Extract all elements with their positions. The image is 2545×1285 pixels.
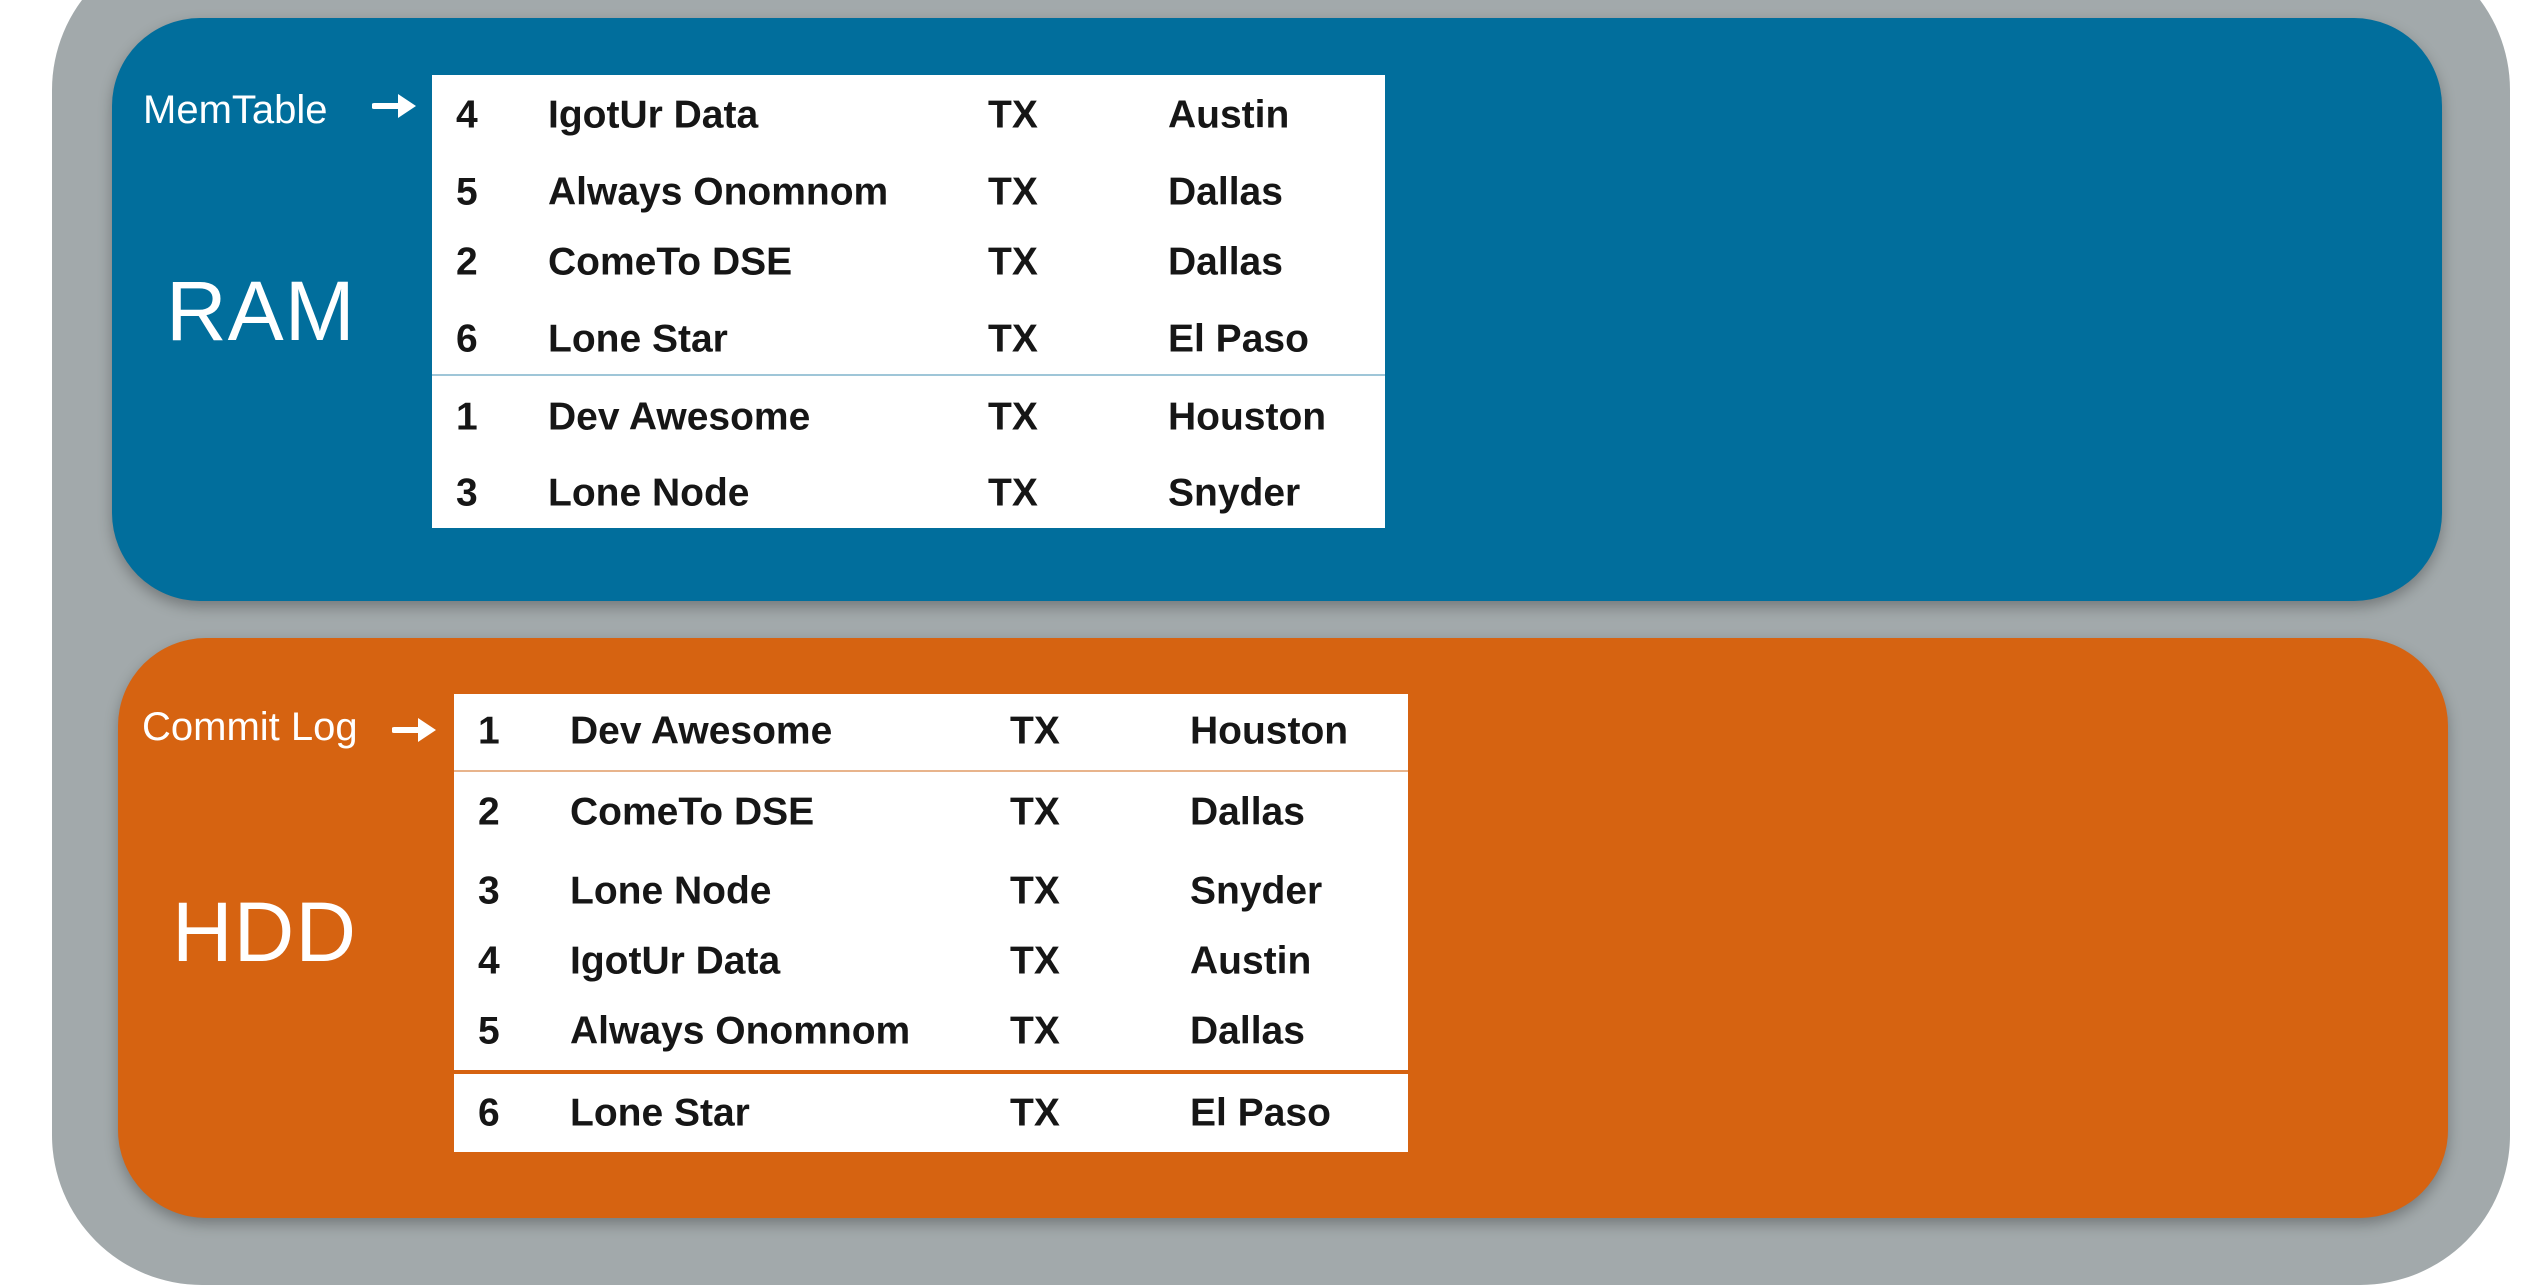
row-state: TX xyxy=(988,395,1038,439)
table-row: 1 Dev Awesome TX Houston xyxy=(454,698,1408,764)
row-name: Lone Star xyxy=(548,317,728,361)
memtable-table: 4 IgotUr Data TX Austin 5 Always Onomnom… xyxy=(432,75,1385,528)
row-state: TX xyxy=(1010,939,1060,983)
table-row: 2 ComeTo DSE TX Dallas xyxy=(454,779,1408,845)
table-row: 6 Lone Star TX El Paso xyxy=(454,1080,1408,1146)
row-id: 5 xyxy=(478,1009,500,1053)
row-city: Houston xyxy=(1190,709,1349,753)
row-state: TX xyxy=(988,170,1038,214)
row-name: ComeTo DSE xyxy=(570,790,815,834)
row-id: 4 xyxy=(478,939,500,983)
row-city: Snyder xyxy=(1168,471,1301,515)
row-name: Lone Node xyxy=(548,471,750,515)
row-divider xyxy=(454,1070,1408,1074)
row-state: TX xyxy=(1010,709,1060,753)
row-name: Dev Awesome xyxy=(548,395,811,439)
row-state: TX xyxy=(988,317,1038,361)
row-divider xyxy=(432,374,1385,376)
table-row: 3 Lone Node TX Snyder xyxy=(432,460,1385,526)
row-id: 3 xyxy=(456,471,478,515)
row-state: TX xyxy=(988,240,1038,284)
row-city: Dallas xyxy=(1190,1009,1305,1053)
row-city: El Paso xyxy=(1190,1091,1331,1135)
row-name: IgotUr Data xyxy=(570,939,781,983)
row-name: Lone Star xyxy=(570,1091,750,1135)
commit-log-table: 1 Dev Awesome TX Houston 2 ComeTo DSE TX… xyxy=(454,694,1408,1152)
row-city: Dallas xyxy=(1168,170,1283,214)
row-state: TX xyxy=(1010,1009,1060,1053)
row-id: 2 xyxy=(456,240,478,284)
row-id: 6 xyxy=(478,1091,500,1135)
table-row: 3 Lone Node TX Snyder xyxy=(454,858,1408,924)
row-city: El Paso xyxy=(1168,317,1309,361)
row-id: 1 xyxy=(478,709,500,753)
row-name: ComeTo DSE xyxy=(548,240,793,284)
row-name: Dev Awesome xyxy=(570,709,833,753)
row-id: 1 xyxy=(456,395,478,439)
row-state: TX xyxy=(988,471,1038,515)
row-city: Austin xyxy=(1190,939,1312,983)
arrow-right-icon xyxy=(372,94,416,118)
row-city: Snyder xyxy=(1190,869,1323,913)
table-row: 6 Lone Star TX El Paso xyxy=(432,306,1385,372)
row-id: 5 xyxy=(456,170,478,214)
row-city: Houston xyxy=(1168,395,1327,439)
commit-log-label: Commit Log xyxy=(142,705,358,749)
row-name: Always Onomnom xyxy=(570,1009,911,1053)
table-row: 4 IgotUr Data TX Austin xyxy=(454,928,1408,994)
row-id: 6 xyxy=(456,317,478,361)
row-name: Always Onomnom xyxy=(548,170,889,214)
row-divider xyxy=(454,770,1408,772)
ram-label: RAM xyxy=(166,264,356,358)
row-state: TX xyxy=(1010,1091,1060,1135)
row-id: 2 xyxy=(478,790,500,834)
hdd-label: HDD xyxy=(172,885,357,979)
row-city: Austin xyxy=(1168,93,1290,137)
row-name: IgotUr Data xyxy=(548,93,759,137)
memtable-label: MemTable xyxy=(143,88,328,132)
table-row: 5 Always Onomnom TX Dallas xyxy=(432,159,1385,225)
table-row: 5 Always Onomnom TX Dallas xyxy=(454,998,1408,1064)
row-id: 3 xyxy=(478,869,500,913)
table-row: 1 Dev Awesome TX Houston xyxy=(432,384,1385,450)
row-state: TX xyxy=(1010,869,1060,913)
row-state: TX xyxy=(1010,790,1060,834)
table-row: 4 IgotUr Data TX Austin xyxy=(432,82,1385,148)
table-row: 2 ComeTo DSE TX Dallas xyxy=(432,229,1385,295)
row-name: Lone Node xyxy=(570,869,772,913)
row-state: TX xyxy=(988,93,1038,137)
row-city: Dallas xyxy=(1168,240,1283,284)
row-city: Dallas xyxy=(1190,790,1305,834)
row-id: 4 xyxy=(456,93,478,137)
arrow-right-icon xyxy=(392,718,436,742)
